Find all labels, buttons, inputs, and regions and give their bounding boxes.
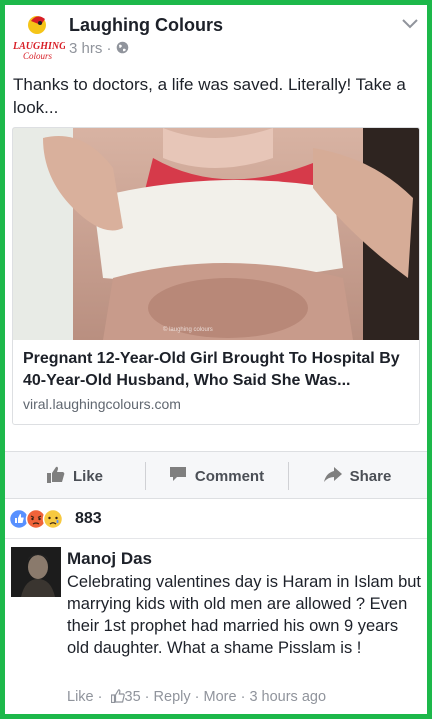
thumbs-up-icon <box>46 466 73 487</box>
comment-separator: · <box>140 689 154 705</box>
svg-text:Colours: Colours <box>23 51 53 61</box>
globe-icon <box>116 40 129 57</box>
like-reaction-icon <box>8 508 30 530</box>
article-domain: viral.laughingcolours.com <box>23 396 181 412</box>
article-title[interactable]: Pregnant 12-Year-Old Girl Brought To Hos… <box>23 348 415 392</box>
chevron-down-icon[interactable] <box>401 17 419 31</box>
more-link[interactable]: More <box>204 689 237 705</box>
post-frame: LAUGHING Colours Laughing Colours 3 hrs … <box>5 5 427 714</box>
comment-icon <box>169 466 195 486</box>
comment-text: Celebrating valentines day is Haram in I… <box>67 573 422 657</box>
comment-like-link[interactable]: Like <box>67 689 94 705</box>
post-text: Thanks to doctors, a life was saved. Lit… <box>13 75 406 117</box>
comment-time[interactable]: 3 hours ago <box>249 689 326 705</box>
post-meta: 3 hrs · <box>69 40 129 57</box>
post-header: LAUGHING Colours Laughing Colours 3 hrs … <box>5 5 427 67</box>
comment-footer: Like · 35 · Reply · More · 3 hours ago <box>67 689 326 707</box>
share-button[interactable]: Share <box>288 452 427 500</box>
like-button[interactable]: Like <box>5 452 145 500</box>
meta-separator: · <box>106 40 112 57</box>
angry-reaction-icon <box>25 508 47 530</box>
comment-label: Comment <box>194 467 265 485</box>
comment-separator: · <box>93 689 107 705</box>
post-time[interactable]: 3 hrs <box>69 40 102 57</box>
comment-like-count[interactable]: 35 <box>125 689 141 705</box>
share-icon <box>323 466 350 486</box>
comment-button[interactable]: Comment <box>145 452 288 500</box>
link-preview-card[interactable]: © laughing colours Pregnant 12-Year-Old … <box>12 127 420 425</box>
comment-author[interactable]: Manoj Das <box>67 549 152 569</box>
comment-separator: · <box>190 689 204 705</box>
page-logo[interactable]: LAUGHING Colours <box>11 11 67 63</box>
reaction-icons <box>8 508 69 530</box>
avatar[interactable] <box>11 547 61 597</box>
reply-link[interactable]: Reply <box>154 689 191 705</box>
article-image[interactable]: © laughing colours <box>13 128 419 340</box>
reaction-count: 883 <box>75 510 102 527</box>
page-name[interactable]: Laughing Colours <box>69 15 223 36</box>
comment-separator: · <box>236 689 250 705</box>
share-label: Share <box>349 467 392 485</box>
action-bar: Like Comment Share <box>5 451 427 499</box>
sad-reaction-icon <box>42 508 64 530</box>
svg-text:© laughing colours: © laughing colours <box>163 326 213 333</box>
reactions-bar[interactable]: 883 <box>5 499 427 539</box>
thumbs-up-icon <box>110 689 125 707</box>
like-label: Like <box>72 467 103 485</box>
